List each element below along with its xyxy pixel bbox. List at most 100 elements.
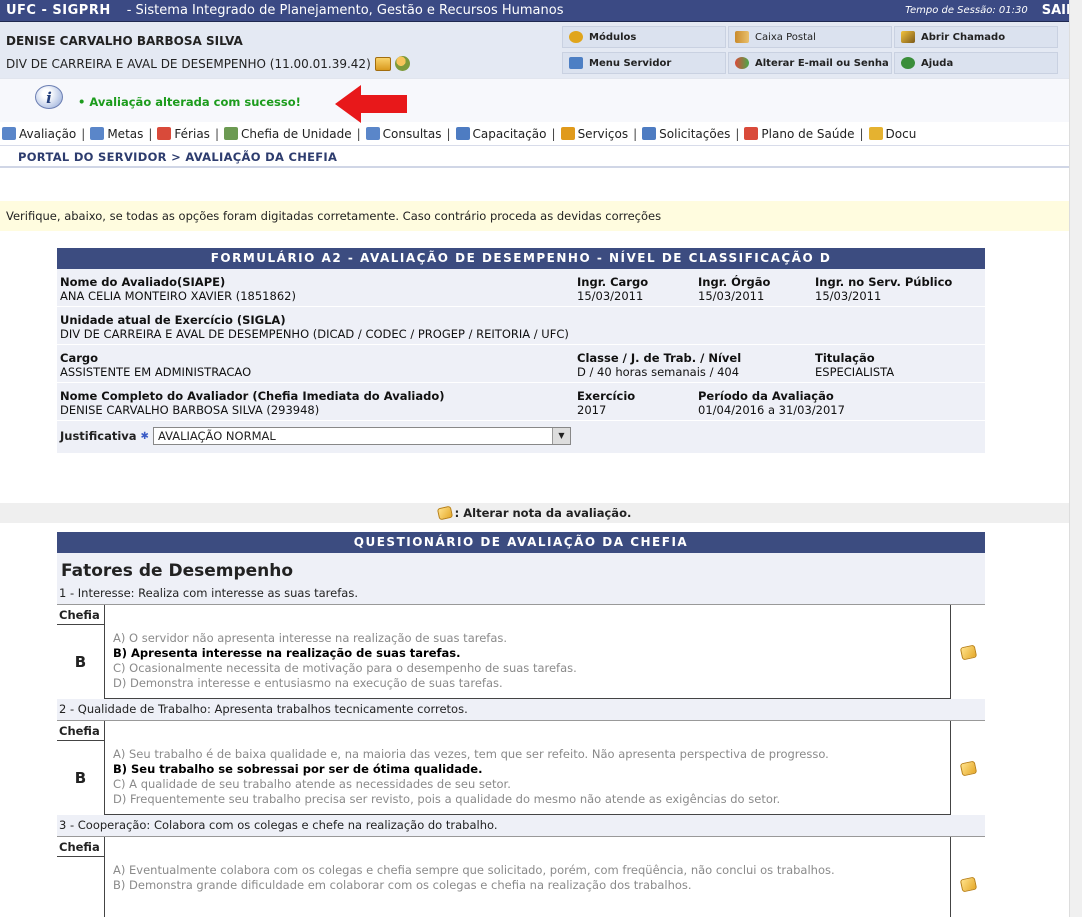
ingr-orgao-value: 15/03/2011 [698, 289, 765, 303]
nav-item-6[interactable]: Serviços [560, 126, 629, 141]
top-bar: UFC - SIGPRH - Sistema Integrado de Plan… [0, 0, 1082, 22]
folder-icon [868, 127, 883, 140]
user-department-label: DIV DE CARREIRA E AVAL DE DESEMPENHO (11… [6, 56, 371, 71]
edit-grade-button[interactable] [950, 605, 985, 699]
avaliador-label: Nome Completo do Avaliador (Chefia Imedi… [60, 389, 445, 403]
nav-item-9[interactable]: Docu [868, 126, 917, 141]
org-chart-icon [223, 127, 238, 140]
chefia-grade: B [57, 741, 105, 815]
question-block: Chefia B A) Seu trabalho é de baixa qualid… [57, 721, 985, 815]
option-b: B) Seu trabalho se sobressai por ser de … [113, 762, 483, 776]
question-title: 3 - Cooperação: Colabora com os colegas … [57, 815, 985, 837]
alter-legend: : Alterar nota da avaliação. [0, 503, 1069, 523]
user-name: DENISE CARVALHO BARBOSA SILVA [6, 34, 243, 48]
pencil-edit-icon [959, 760, 977, 776]
magnifier-icon [365, 127, 380, 140]
modulos-button[interactable]: Módulos [562, 26, 726, 48]
cargo-value: ASSISTENTE EM ADMINISTRACAO [60, 365, 252, 379]
form-row-justificativa: Justificativa ✱ AVALIAÇÃO NORMAL ▼ [57, 421, 985, 453]
edit-grade-button[interactable] [950, 721, 985, 815]
question-title: 2 - Qualidade de Trabalho: Apresenta tra… [57, 699, 985, 721]
periodo-label: Período da Avaliação [698, 389, 834, 403]
abrir-chamado-label: Abrir Chamado [921, 31, 1006, 43]
classe-value: D / 40 horas semanais / 404 [577, 365, 740, 379]
nav-item-label: Solicitações [659, 126, 731, 141]
info-icon: i [35, 85, 63, 109]
page-scrollbar[interactable] [1069, 0, 1082, 917]
ingr-serv-label: Ingr. no Serv. Público [815, 275, 953, 289]
option-a: A) O servidor não apresenta interesse na… [113, 631, 508, 645]
help-icon [901, 57, 915, 69]
pencil-edit-icon [436, 505, 453, 521]
chefia-header: Chefia [57, 605, 105, 625]
questionnaire-heading: Fatores de Desempenho [61, 561, 294, 581]
form-row-cargo: Cargo ASSISTENTE EM ADMINISTRACAO Classe… [57, 345, 985, 383]
edit-grade-button[interactable] [950, 837, 985, 917]
menu-servidor-label: Menu Servidor [589, 57, 672, 69]
ajuda-label: Ajuda [921, 57, 954, 69]
nav-item-label: Férias [174, 126, 210, 141]
red-arrow-annotation [335, 85, 407, 123]
option-d: D) Demonstra interesse e entusiasmo na e… [113, 676, 503, 690]
chefia-grade: B [57, 625, 105, 699]
cargo-label: Cargo [60, 351, 99, 365]
classe-field: Classe / J. de Trab. / Nível D / 40 hora… [577, 351, 741, 379]
nav-separator: | [551, 126, 556, 141]
ajuda-button[interactable]: Ajuda [894, 52, 1058, 74]
ingr-orgao-field: Ingr. Órgão 15/03/2011 [698, 275, 770, 303]
option-list: A) Seu trabalho é de baixa qualidade e, … [113, 747, 829, 807]
nav-item-3[interactable]: Chefia de Unidade [223, 127, 352, 141]
hammer-icon [901, 31, 915, 43]
alterar-email-button[interactable]: Alterar E-mail ou Senha [728, 52, 892, 74]
question-block: Chefia B A) O servidor não apresenta inter… [57, 605, 985, 699]
nav-item-4[interactable]: Consultas [365, 127, 441, 141]
justificativa-select[interactable]: AVALIAÇÃO NORMAL ▼ [152, 427, 571, 445]
nav-separator: | [214, 126, 219, 141]
chevron-down-icon[interactable]: ▼ [551, 428, 570, 444]
abrir-chamado-button[interactable]: Abrir Chamado [894, 26, 1058, 48]
folder-icon[interactable] [374, 56, 391, 71]
nav-item-0[interactable]: Avaliação [2, 127, 76, 141]
person-icon [560, 127, 575, 140]
document-edit-icon [2, 127, 16, 140]
session-timer: Tempo de Sessão: 01:30 [905, 5, 1028, 16]
nav-item-8[interactable]: Plano de Saúde [744, 126, 855, 141]
people-icon[interactable] [394, 56, 410, 71]
periodo-field: Período da Avaliação 01/04/2016 a 31/03/… [698, 389, 845, 417]
user-department: DIV DE CARREIRA E AVAL DE DESEMPENHO (11… [6, 56, 410, 71]
ingr-orgao-label: Ingr. Órgão [698, 275, 771, 289]
nav-item-5[interactable]: Capacitação [455, 126, 547, 141]
mailbox-icon [735, 31, 749, 43]
breadcrumb: PORTAL DO SERVIDOR > AVALIAÇÃO DA CHEFIA [0, 146, 1082, 168]
refresh-icon [735, 57, 749, 69]
nav-item-2[interactable]: Férias [157, 127, 210, 141]
nav-item-label: Serviços [577, 126, 629, 141]
nav-item-1[interactable]: Metas [90, 127, 143, 141]
unidade-value: DIV DE CARREIRA E AVAL DE DESEMPENHO (DI… [60, 327, 569, 341]
nav-item-label: Plano de Saúde [761, 126, 855, 141]
nav-item-7[interactable]: Solicitações [642, 127, 730, 141]
health-cross-icon [744, 127, 759, 140]
questionnaire-caption: QUESTIONÁRIO DE AVALIAÇÃO DA CHEFIA [57, 532, 985, 553]
modulos-label: Módulos [589, 31, 637, 43]
avaliador-value: DENISE CARVALHO BARBOSA SILVA (293948) [60, 403, 320, 417]
menu-servidor-button[interactable]: Menu Servidor [562, 52, 726, 74]
nav-separator: | [446, 126, 451, 141]
nav-item-label: Capacitação [472, 126, 547, 141]
success-message: • Avaliação alterada com sucesso! [78, 95, 301, 109]
alterar-email-label: Alterar E-mail ou Senha [755, 57, 889, 69]
caixa-postal-button[interactable]: Caixa Postal [728, 26, 892, 48]
question-list: 1 - Interesse: Realiza com interesse as … [57, 583, 985, 917]
option-d: D) Frequentemente seu trabalho precisa s… [113, 792, 781, 806]
avaliado-label: Nome do Avaliado(SIAPE) [60, 275, 226, 289]
option-b: B) Apresenta interesse na realização de … [113, 646, 461, 660]
nav-separator: | [859, 126, 864, 141]
form-caption: FORMULÁRIO A2 - AVALIAÇÃO DE DESEMPENHO … [57, 248, 985, 269]
nav-item-label: Docu [885, 126, 917, 141]
chefia-header: Chefia [57, 721, 105, 741]
system-short-title: UFC - SIGPRH [6, 3, 111, 18]
titulacao-field: Titulação ESPECIALISTA [815, 351, 894, 379]
avaliado-value: ANA CELIA MONTEIRO XAVIER (1851862) [60, 289, 296, 303]
chefia-grade [57, 857, 105, 917]
option-a: A) Eventualmente colabora com os colegas… [113, 863, 835, 877]
